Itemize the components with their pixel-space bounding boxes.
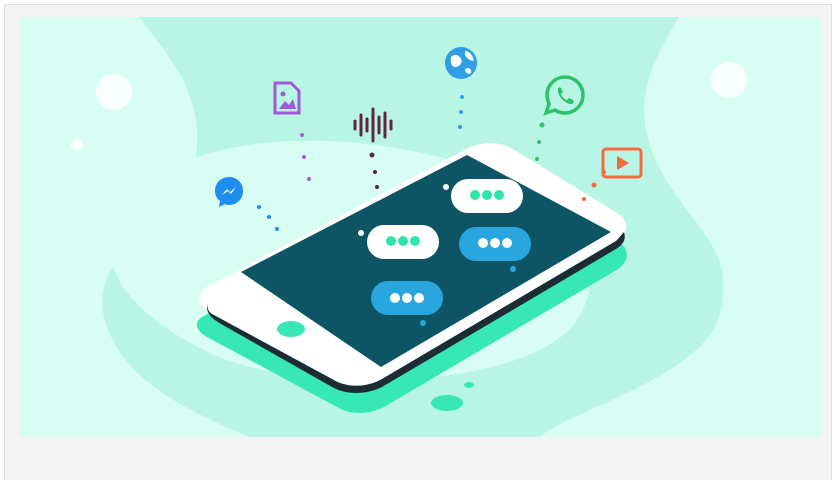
caption-area (5, 433, 831, 481)
image-file-icon (273, 81, 301, 115)
video-play-icon (601, 147, 643, 179)
audio-wave-icon (353, 107, 393, 143)
globe-icon (445, 47, 477, 79)
chat-app-illustration (19, 17, 821, 437)
image-card (4, 4, 832, 480)
home-button (277, 321, 305, 337)
whatsapp-icon (543, 75, 585, 116)
